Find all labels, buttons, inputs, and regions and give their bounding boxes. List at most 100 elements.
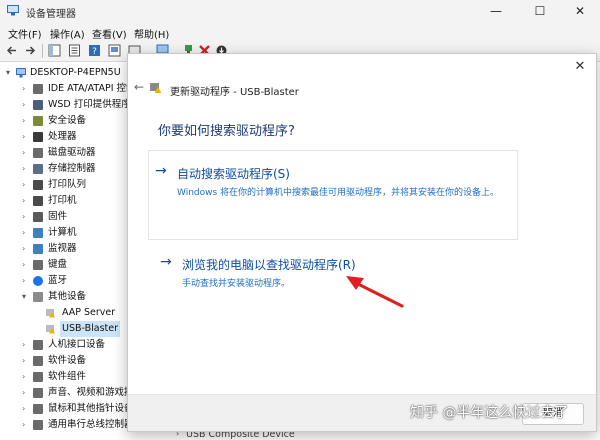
chevron-down-icon[interactable]: ▾	[22, 289, 30, 305]
hid-icon	[33, 340, 43, 350]
menu-view[interactable]: 查看(V)	[92, 26, 127, 41]
tree-item[interactable]: › WSD 打印提供程序	[22, 97, 140, 113]
chevron-right-icon[interactable]: ›	[22, 209, 30, 225]
tree-item-label: 打印队列	[48, 179, 87, 190]
controller-icon	[33, 84, 43, 94]
chevron-right-icon[interactable]: ›	[22, 353, 30, 369]
print-queue-icon	[33, 180, 43, 190]
chevron-right-icon[interactable]: ›	[22, 385, 30, 401]
tree-item[interactable]: › 存储控制器	[22, 161, 140, 177]
arrow-right-icon: →	[155, 163, 167, 179]
chevron-right-icon[interactable]: ›	[22, 161, 30, 177]
chevron-right-icon[interactable]: ›	[22, 177, 30, 193]
browse-computer-description: 手动查找并安装驱动程序。	[182, 279, 291, 289]
tree-item[interactable]: › 处理器	[22, 129, 140, 145]
tree-child-label: AAP Server	[62, 307, 116, 318]
monitor-icon	[33, 244, 43, 254]
tree-item[interactable]: ▾ 其他设备	[22, 289, 140, 305]
chevron-right-icon[interactable]: ›	[22, 241, 30, 257]
tree-child-selected[interactable]: USB-Blaster	[46, 321, 140, 337]
chevron-right-icon[interactable]: ›	[22, 129, 30, 145]
browse-computer-title: 浏览我的电脑以查找驱动程序(R)	[182, 258, 356, 272]
chevron-down-icon[interactable]: ▾	[6, 65, 14, 81]
tree-item[interactable]: › 安全设备	[22, 113, 140, 129]
chevron-right-icon[interactable]: ›	[22, 337, 30, 353]
other-devices-icon	[33, 292, 43, 302]
tree-child[interactable]: AAP Server	[46, 305, 140, 321]
chevron-right-icon[interactable]: ›	[22, 97, 30, 113]
printer-provider-icon	[33, 100, 43, 110]
printer-icon	[33, 196, 43, 206]
tree-root[interactable]: ▾ DESKTOP-P4EPN5U	[6, 65, 140, 81]
bluetooth-icon	[33, 276, 43, 286]
tree-item-label: WSD 打印提供程序	[48, 99, 131, 110]
sound-icon	[33, 388, 43, 398]
properties-icon[interactable]	[68, 44, 81, 57]
tree-item[interactable]: › 软件组件	[22, 369, 140, 385]
tree-item[interactable]: › 计算机	[22, 225, 140, 241]
tree-item[interactable]: › 监视器	[22, 241, 140, 257]
chevron-right-icon[interactable]: ›	[22, 369, 30, 385]
chevron-right-icon[interactable]: ›	[22, 273, 30, 289]
tree-item-label: 处理器	[48, 131, 77, 142]
title-bar: 设备管理器 — ☐ ✕	[0, 0, 600, 22]
tree-item-label: 其他设备	[48, 291, 87, 302]
computer-icon	[16, 68, 26, 78]
chevron-right-icon[interactable]: ›	[22, 113, 30, 129]
back-arrow-icon[interactable]: ←	[134, 80, 144, 94]
tree-item[interactable]: › 软件设备	[22, 353, 140, 369]
device-tree: ▾ DESKTOP-P4EPN5U › IDE ATA/ATAPI 控制器 › …	[0, 62, 153, 440]
tree-root-label: DESKTOP-P4EPN5U	[30, 67, 121, 78]
tree-item-label: 软件组件	[48, 371, 87, 382]
tree-item[interactable]: › 人机接口设备	[22, 337, 140, 353]
watermark: 知乎 @半年这么快过去了	[410, 405, 569, 421]
tree-item[interactable]: › 打印机	[22, 193, 140, 209]
menu-file[interactable]: 文件(F)	[8, 26, 42, 41]
tree-item[interactable]: › 固件	[22, 209, 140, 225]
chevron-right-icon[interactable]: ›	[22, 401, 30, 417]
tree-item[interactable]: › 打印队列	[22, 177, 140, 193]
tree-item-label: 安全设备	[48, 115, 87, 126]
chevron-right-icon[interactable]: ›	[22, 193, 30, 209]
dialog-close-button[interactable]: ✕	[570, 58, 590, 76]
back-icon[interactable]	[5, 44, 18, 57]
menu-help[interactable]: 帮助(H)	[134, 26, 169, 41]
tree-item[interactable]: › 声音、视频和游戏控制器	[22, 385, 153, 401]
tree-item[interactable]: › 键盘	[22, 257, 140, 273]
maximize-button[interactable]: ☐	[522, 2, 558, 20]
tree-item-label: 打印机	[48, 195, 77, 206]
arrow-right-icon: →	[160, 254, 172, 270]
chevron-right-icon[interactable]: ›	[22, 145, 30, 161]
tree-item-label: 键盘	[48, 259, 68, 270]
tree-item[interactable]: › 通用串行总线控制器	[22, 417, 140, 433]
dialog-heading: 你要如何搜索驱动程序?	[158, 124, 295, 139]
menu-bar: 文件(F) 操作(A) 查看(V) 帮助(H)	[0, 22, 600, 41]
console-tree-icon[interactable]	[48, 44, 61, 57]
usb-controller-icon	[33, 420, 43, 430]
tree-item-label: 人机接口设备	[48, 339, 106, 350]
auto-search-option[interactable]: → 自动搜索驱动程序(S) Windows 将在你的计算机中搜索最佳可用驱动程序…	[148, 150, 518, 240]
tree-item-label: 计算机	[48, 227, 77, 238]
forward-icon[interactable]	[24, 44, 37, 57]
tree-item[interactable]: › 蓝牙	[22, 273, 140, 289]
dialog-title: 更新驱动程序 - USB-Blaster	[170, 87, 299, 98]
tree-item[interactable]: › 鼠标和其他指针设备	[22, 401, 140, 417]
device-warning-icon	[150, 83, 162, 93]
security-device-icon	[33, 116, 43, 126]
chevron-right-icon[interactable]: ›	[22, 417, 30, 433]
chevron-right-icon[interactable]: ›	[22, 225, 30, 241]
view-icon[interactable]	[108, 44, 121, 57]
update-driver-dialog: ✕ ← 更新驱动程序 - USB-Blaster 你要如何搜索驱动程序? → 自…	[127, 53, 597, 432]
auto-search-description: Windows 将在你的计算机中搜索最佳可用驱动程序，并将其安装在你的设备上。	[177, 188, 500, 198]
tree-item[interactable]: › 磁盘驱动器	[22, 145, 140, 161]
software-device-icon	[33, 356, 43, 366]
software-component-icon	[33, 372, 43, 382]
close-button[interactable]: ✕	[562, 2, 598, 20]
tree-item-label: 存储控制器	[48, 163, 96, 174]
chevron-right-icon[interactable]: ›	[22, 81, 30, 97]
chevron-right-icon[interactable]: ›	[22, 257, 30, 273]
menu-action[interactable]: 操作(A)	[50, 26, 85, 41]
tree-item[interactable]: › IDE ATA/ATAPI 控制器	[22, 81, 145, 97]
help-icon[interactable]: ?	[88, 44, 101, 57]
minimize-button[interactable]: —	[478, 2, 514, 20]
